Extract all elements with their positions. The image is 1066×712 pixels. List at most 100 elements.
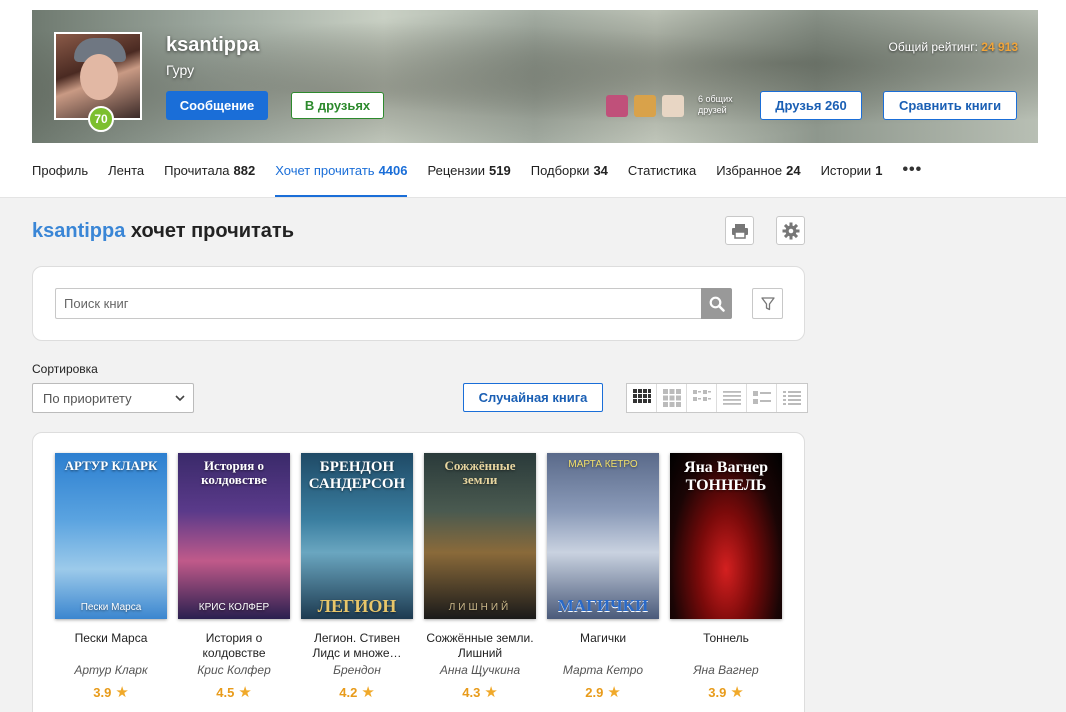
view-grid-large[interactable] xyxy=(627,384,657,412)
book-title[interactable]: Легион. Стивен Лидс и множе… xyxy=(301,631,413,661)
view-list[interactable] xyxy=(747,384,777,412)
profile-tabs: Профиль Лента Прочитала 882 Хочет прочита… xyxy=(32,143,942,197)
view-tiles[interactable] xyxy=(687,384,717,412)
print-button[interactable] xyxy=(725,216,754,245)
sort-selected-value: По приоритету xyxy=(43,390,132,406)
page-title-text: хочет прочитать xyxy=(125,220,295,242)
rating-value: 2.9 xyxy=(585,685,604,700)
tab-want-to-read[interactable]: Хочет прочитать 4406 xyxy=(275,143,408,197)
book-title[interactable]: Тоннель xyxy=(670,631,782,661)
mutual-friends-text[interactable]: 6 общих друзей xyxy=(698,94,742,116)
search-button[interactable] xyxy=(701,288,732,319)
rating-value: 3.9 xyxy=(708,685,727,700)
book-card[interactable]: Яна Вагнер ТОННЕЛЬ Тоннель Яна Вагнер 3.… xyxy=(670,453,782,701)
book-title[interactable]: Магички xyxy=(547,631,659,661)
book-rating: 3.9 ★ xyxy=(55,683,167,701)
book-card[interactable]: Сожжённые земли ЛИШНИЙ Сожжённые земли. … xyxy=(424,453,536,701)
random-book-button[interactable]: Случайная книга xyxy=(463,383,603,412)
cover-subtitle: МАГИЧКИ xyxy=(557,596,649,615)
avatar-face xyxy=(80,54,118,100)
friends-button[interactable]: Друзья 260 xyxy=(760,91,862,120)
book-cover[interactable]: История о колдовстве КРИС КОЛФЕР xyxy=(178,453,290,619)
tab-count: 24 xyxy=(786,162,801,178)
mutual-friend-avatar[interactable] xyxy=(606,95,628,117)
tab-label: Лента xyxy=(108,162,145,178)
rating-value: 4.2 xyxy=(339,685,358,700)
profile-banner: 70 ksantippa Гуру Сообщение В друзьях Об… xyxy=(32,10,1038,143)
tab-statistics[interactable]: Статистика xyxy=(628,143,696,197)
page-title: ksantippa хочет прочитать xyxy=(32,220,294,243)
book-cover[interactable]: Сожжённые земли ЛИШНИЙ xyxy=(424,453,536,619)
book-cover[interactable]: БРЕНДОН САНДЕРСОН ЛЕГИОН xyxy=(301,453,413,619)
book-author[interactable]: Брендон xyxy=(301,663,413,677)
filter-button[interactable] xyxy=(752,288,783,319)
sort-label: Сортировка xyxy=(32,362,98,376)
cover-title: Яна Вагнер ТОННЕЛЬ xyxy=(684,459,768,494)
gear-icon xyxy=(782,222,799,239)
tab-label: Прочитала xyxy=(164,162,230,178)
rating-value: 24 913 xyxy=(981,40,1018,54)
book-card[interactable]: АРТУР КЛАРК Пески Марса Пески Марса Арту… xyxy=(55,453,167,701)
view-mode-switcher xyxy=(626,383,808,413)
tab-count: 4406 xyxy=(378,162,408,178)
tab-profile[interactable]: Профиль xyxy=(32,143,88,197)
tab-feed[interactable]: Лента xyxy=(108,143,144,197)
book-author[interactable]: Крис Колфер xyxy=(178,663,290,677)
sort-select[interactable]: По приоритету xyxy=(32,383,194,413)
cover-title: БРЕНДОН САНДЕРСОН xyxy=(308,459,406,492)
tab-count: 34 xyxy=(593,162,608,178)
tab-label: Избранное xyxy=(716,162,783,178)
tab-stories[interactable]: Истории 1 xyxy=(821,143,883,197)
book-card[interactable]: МАРТА КЕТРО МАГИЧКИ Магички Марта Кетро … xyxy=(547,453,659,701)
settings-button[interactable] xyxy=(776,216,805,245)
view-list-lines[interactable] xyxy=(717,384,747,412)
book-author[interactable]: Артур Кларк xyxy=(55,663,167,677)
lines-icon xyxy=(722,391,741,405)
books-grid: АРТУР КЛАРК Пески Марса Пески Марса Арту… xyxy=(32,432,805,712)
star-icon: ★ xyxy=(115,684,129,701)
book-title[interactable]: Сожжённые земли. Лишний xyxy=(424,631,536,661)
star-icon: ★ xyxy=(607,684,621,701)
tab-reviews[interactable]: Рецензии 519 xyxy=(427,143,510,197)
search-panel xyxy=(32,266,805,341)
search-input[interactable] xyxy=(55,288,701,319)
book-title[interactable]: Пески Марса xyxy=(55,631,167,661)
printer-icon xyxy=(731,223,748,239)
mutual-friends-avatars[interactable] xyxy=(606,95,684,117)
mutual-friend-avatar[interactable] xyxy=(662,95,684,117)
cover-title: Сожжённые земли xyxy=(444,458,516,487)
level-badge: 70 xyxy=(88,106,114,132)
user-rank: Гуру xyxy=(166,62,195,78)
book-title[interactable]: История о колдовстве xyxy=(178,631,290,661)
tab-count: 1 xyxy=(875,162,883,178)
star-icon: ★ xyxy=(361,684,375,701)
tab-read[interactable]: Прочитала 882 xyxy=(164,143,255,197)
view-grid[interactable] xyxy=(657,384,687,412)
book-rating: 3.9 ★ xyxy=(670,683,782,701)
tab-count: 519 xyxy=(489,162,511,178)
mutual-friend-avatar[interactable] xyxy=(634,95,656,117)
compare-books-button[interactable]: Сравнить книги xyxy=(883,91,1017,120)
book-cover[interactable]: МАРТА КЕТРО МАГИЧКИ xyxy=(547,453,659,619)
book-cover[interactable]: АРТУР КЛАРК Пески Марса xyxy=(55,453,167,619)
book-cover[interactable]: Яна Вагнер ТОННЕЛЬ xyxy=(670,453,782,619)
book-author[interactable]: Анна Щучкина xyxy=(424,663,536,677)
page-title-user-link[interactable]: ksantippa xyxy=(32,220,125,242)
book-author[interactable]: Марта Кетро xyxy=(547,663,659,677)
filter-icon xyxy=(760,296,775,310)
book-author[interactable]: Яна Вагнер xyxy=(670,663,782,677)
star-icon: ★ xyxy=(238,684,252,701)
tab-collections[interactable]: Подборки 34 xyxy=(531,143,608,197)
tab-favorites[interactable]: Избранное 24 xyxy=(716,143,800,197)
cover-subtitle: ЛИШНИЙ xyxy=(448,602,512,613)
compact-list-icon xyxy=(783,391,801,405)
friend-status-button[interactable]: В друзьях xyxy=(291,92,384,119)
tiles-icon xyxy=(692,390,711,401)
more-menu-icon[interactable]: ••• xyxy=(902,143,922,197)
book-card[interactable]: История о колдовстве КРИС КОЛФЕР История… xyxy=(178,453,290,701)
main-content: ksantippa хочет прочитать Сортировка По … xyxy=(0,197,1066,712)
book-card[interactable]: БРЕНДОН САНДЕРСОН ЛЕГИОН Легион. Стивен … xyxy=(301,453,413,701)
view-compact-list[interactable] xyxy=(777,384,807,412)
tab-label: Статистика xyxy=(627,162,697,178)
message-button[interactable]: Сообщение xyxy=(166,91,268,120)
